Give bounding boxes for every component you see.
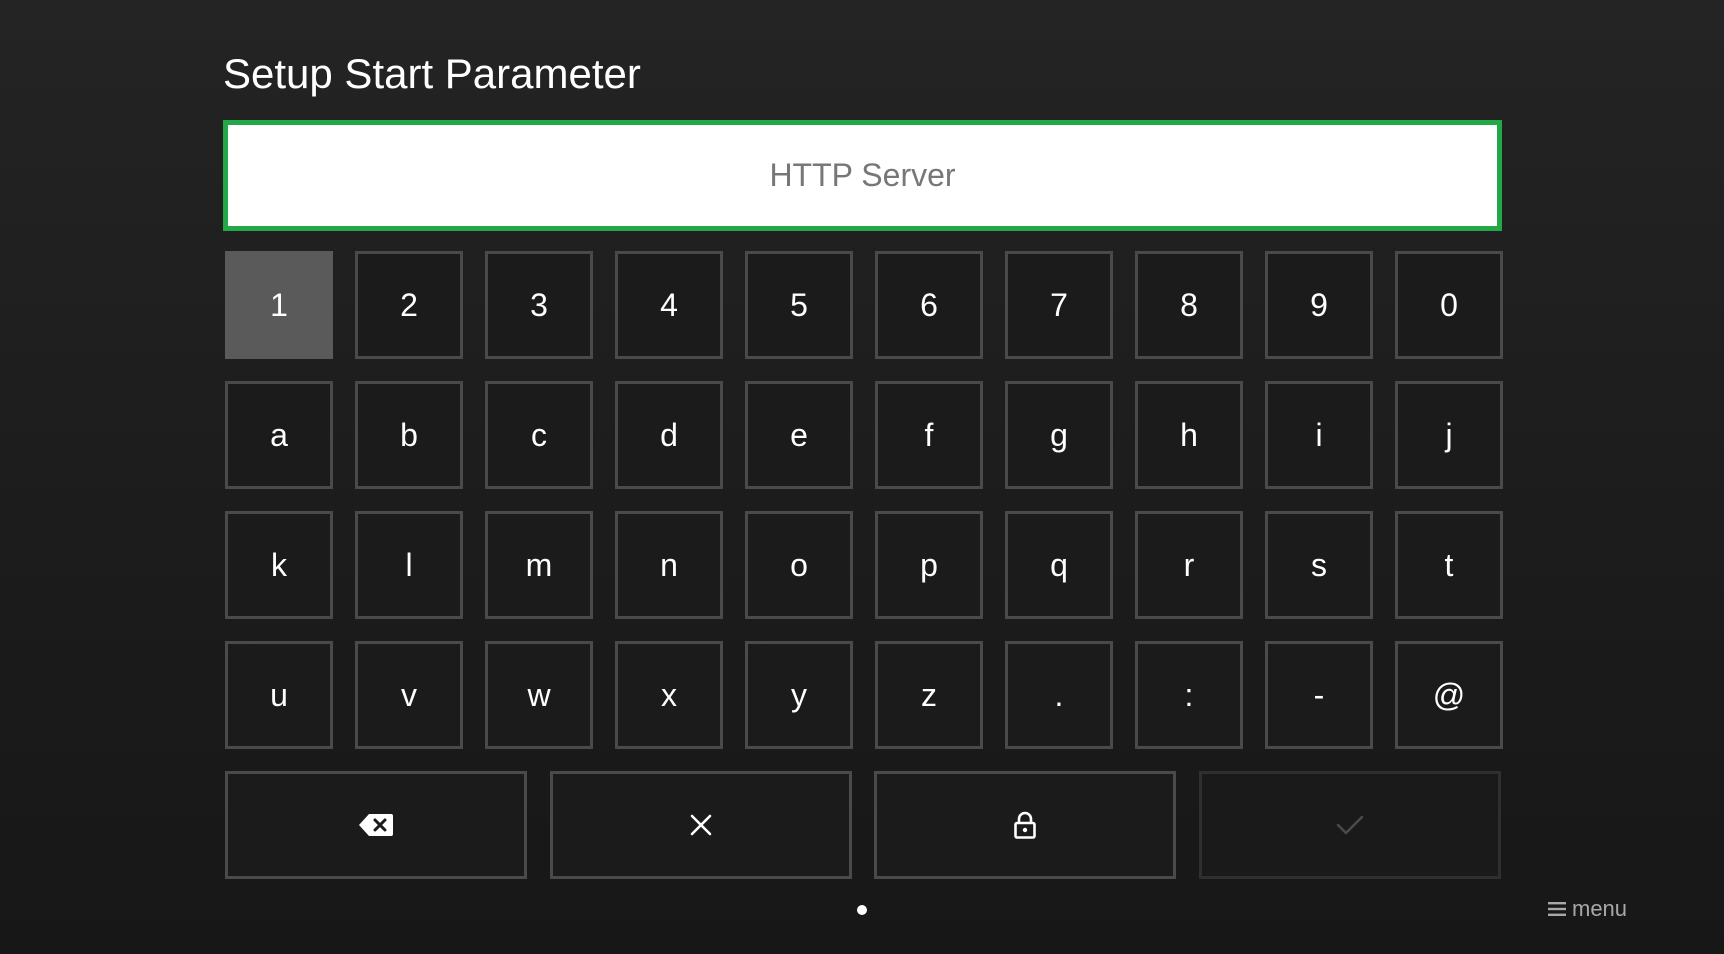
key-2-7[interactable]: r [1135, 511, 1243, 619]
key-1-5[interactable]: f [875, 381, 983, 489]
close-icon [690, 814, 711, 836]
check-icon [1336, 815, 1363, 835]
key-1-4[interactable]: e [745, 381, 853, 489]
confirm-button[interactable] [1198, 771, 1501, 879]
page-title: Setup Start Parameter [223, 50, 641, 97]
key-2-6[interactable]: q [1005, 511, 1113, 619]
key-2-1[interactable]: l [355, 511, 463, 619]
key-1-7[interactable]: h [1135, 381, 1243, 489]
key-0-6[interactable]: 7 [1005, 251, 1113, 359]
key-1-8[interactable]: i [1265, 381, 1373, 489]
key-1-2[interactable]: c [485, 381, 593, 489]
menu-label: menu [1572, 896, 1628, 921]
key-0-7[interactable]: 8 [1135, 251, 1243, 359]
key-0-3[interactable]: 4 [615, 251, 723, 359]
key-3-4[interactable]: y [745, 641, 853, 749]
key-0-5[interactable]: 6 [875, 251, 983, 359]
input-placeholder: HTTP Server [769, 157, 956, 193]
clear-button[interactable] [549, 771, 852, 879]
key-3-9[interactable]: @ [1395, 641, 1503, 749]
key-3-8[interactable]: - [1265, 641, 1373, 749]
key-1-1[interactable]: b [355, 381, 463, 489]
key-3-5[interactable]: z [875, 641, 983, 749]
key-3-2[interactable]: w [485, 641, 593, 749]
key-3-7[interactable]: : [1135, 641, 1243, 749]
key-1-9[interactable]: j [1395, 381, 1503, 489]
pagination-dot [857, 905, 867, 915]
key-2-5[interactable]: p [875, 511, 983, 619]
text-input-field[interactable]: HTTP Server [223, 120, 1502, 231]
key-1-6[interactable]: g [1005, 381, 1113, 489]
key-0-2[interactable]: 3 [485, 251, 593, 359]
key-2-9[interactable]: t [1395, 511, 1503, 619]
key-2-2[interactable]: m [485, 511, 593, 619]
key-0-8[interactable]: 9 [1265, 251, 1373, 359]
key-3-3[interactable]: x [615, 641, 723, 749]
key-0-1[interactable]: 2 [355, 251, 463, 359]
key-2-3[interactable]: n [615, 511, 723, 619]
key-3-6[interactable]: . [1005, 641, 1113, 749]
lock-icon [1014, 811, 1036, 839]
backspace-icon [359, 814, 393, 836]
key-0-4[interactable]: 5 [745, 251, 853, 359]
key-2-8[interactable]: s [1265, 511, 1373, 619]
key-2-0[interactable]: k [225, 511, 333, 619]
backspace-button[interactable] [225, 771, 527, 879]
menu-button[interactable]: menu [1548, 896, 1627, 922]
key-0-0[interactable]: 1 [225, 251, 333, 359]
key-2-4[interactable]: o [745, 511, 853, 619]
key-1-3[interactable]: d [615, 381, 723, 489]
menu-icon [1548, 902, 1566, 916]
key-3-0[interactable]: u [225, 641, 333, 749]
key-1-0[interactable]: a [225, 381, 333, 489]
lock-button[interactable] [874, 771, 1176, 879]
key-3-1[interactable]: v [355, 641, 463, 749]
key-0-9[interactable]: 0 [1395, 251, 1503, 359]
